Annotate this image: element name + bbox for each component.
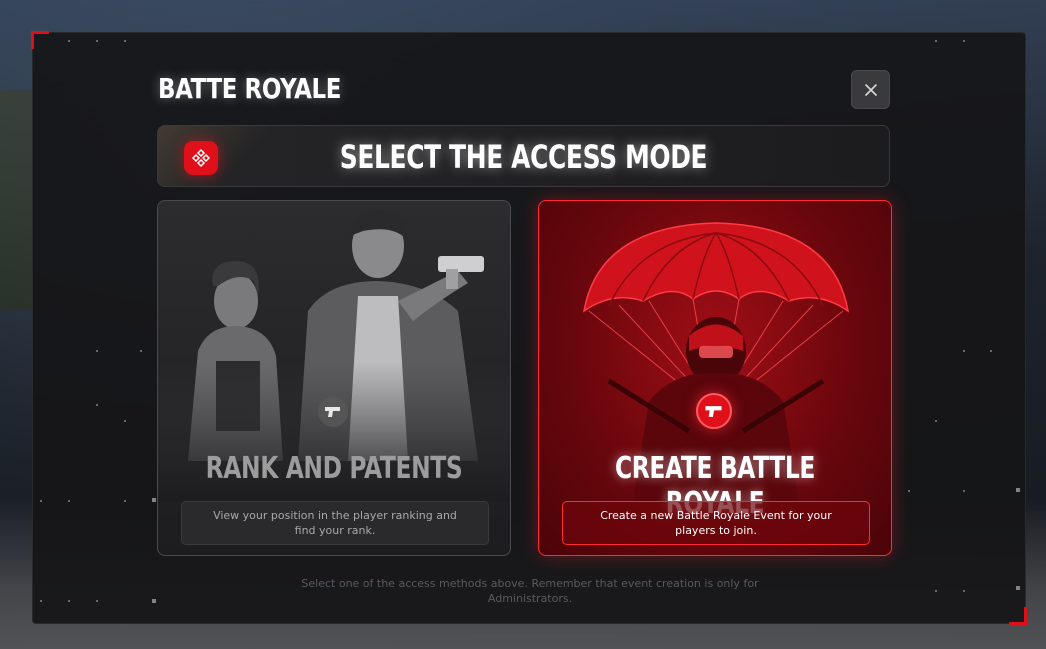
modal-title: BATTE ROYALE bbox=[158, 72, 341, 105]
access-mode-title: SELECT THE ACCESS MODE bbox=[339, 138, 708, 176]
gamepad-icon bbox=[184, 141, 218, 175]
pistol-icon bbox=[318, 397, 348, 427]
rank-and-patents-card[interactable]: RANK AND PATENTS View your position in t… bbox=[157, 200, 511, 556]
footer-note: Select one of the access methods above. … bbox=[301, 577, 759, 605]
close-button[interactable] bbox=[851, 70, 890, 109]
card-label-rank: RANK AND PATENTS bbox=[205, 451, 463, 486]
corner-accent-top-left bbox=[31, 31, 49, 49]
access-mode-header: SELECT THE ACCESS MODE bbox=[157, 125, 890, 187]
create-battle-royale-card[interactable]: CREATE BATTLE ROYALE Create a new Battle… bbox=[538, 200, 892, 556]
close-icon bbox=[864, 83, 877, 96]
corner-accent-bottom-right bbox=[1009, 607, 1027, 625]
card-description-create: Create a new Battle Royale Event for you… bbox=[562, 501, 870, 545]
card-description-rank: View your position in the player ranking… bbox=[181, 501, 489, 545]
pistol-icon bbox=[696, 393, 732, 429]
